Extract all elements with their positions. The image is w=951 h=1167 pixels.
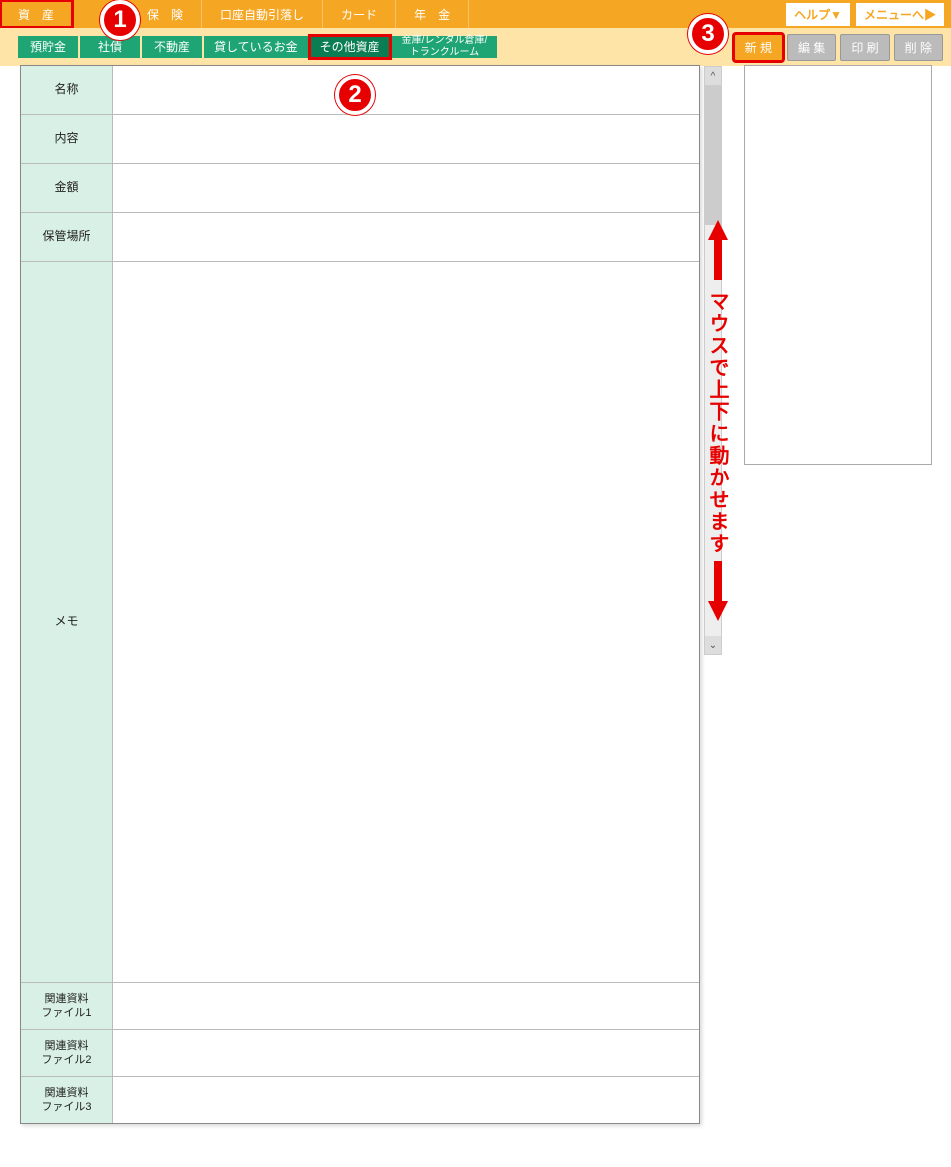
edit-button[interactable]: 編 集 (787, 34, 836, 61)
form-label: 関連資料 ファイル1 (21, 983, 113, 1029)
nav-insurance[interactable]: 保 険 (129, 0, 202, 28)
tab-savings[interactable]: 預貯金 (18, 36, 78, 58)
form-value[interactable] (113, 115, 699, 163)
form-row: 内容 (21, 115, 699, 164)
tab-realestate[interactable]: 不動産 (142, 36, 202, 58)
form-panel: 名称内容金額保管場所メモ関連資料 ファイル1関連資料 ファイル2関連資料 ファイ… (20, 65, 700, 1124)
form-label: 金額 (21, 164, 113, 212)
form-row: 保管場所 (21, 213, 699, 262)
scroll-down-icon[interactable]: ⌄ (705, 636, 721, 654)
arrow-down-icon (708, 561, 728, 626)
scroll-up-icon[interactable]: ^ (705, 67, 721, 85)
print-button[interactable]: 印 刷 (840, 34, 889, 61)
form-value[interactable] (113, 66, 699, 114)
delete-button[interactable]: 削 除 (894, 34, 943, 61)
scroll-thumb[interactable] (705, 85, 721, 225)
tab-other-assets[interactable]: その他資産 (310, 36, 390, 58)
top-nav: 資 産 保 険 口座自動引落し カード 年 金 ヘルプ▼ メニューへ▶ (0, 0, 951, 28)
tab-bonds[interactable]: 社債 (80, 36, 140, 58)
form-label: 名称 (21, 66, 113, 114)
sub-tabs: 預貯金 社債 不動産 貸しているお金 その他資産 金庫/レンタル倉庫/ トランク… (18, 36, 497, 58)
nav-assets[interactable]: 資 産 (0, 0, 73, 28)
form-value[interactable] (113, 983, 699, 1029)
step-badge-3: 3 (688, 14, 728, 54)
form-label: 関連資料 ファイル2 (21, 1030, 113, 1076)
form-row: メモ (21, 262, 699, 983)
new-button[interactable]: 新 規 (734, 34, 783, 61)
nav-pension[interactable]: 年 金 (396, 0, 469, 28)
form-value[interactable] (113, 262, 699, 982)
step-badge-2: 2 (335, 75, 375, 115)
sub-bar: 預貯金 社債 不動産 貸しているお金 その他資産 金庫/レンタル倉庫/ トランク… (0, 28, 951, 66)
tab-lending[interactable]: 貸しているお金 (204, 36, 308, 58)
form-label: 保管場所 (21, 213, 113, 261)
form-row: 関連資料 ファイル3 (21, 1077, 699, 1123)
side-list-panel[interactable] (744, 65, 932, 465)
menu-button[interactable]: メニューへ▶ (855, 2, 945, 27)
content: 名称内容金額保管場所メモ関連資料 ファイル1関連資料 ファイル2関連資料 ファイ… (0, 66, 951, 1125)
help-button[interactable]: ヘルプ▼ (785, 2, 851, 27)
form-label: 関連資料 ファイル3 (21, 1077, 113, 1123)
scroll-hint: マウスで上下に動かせます (703, 220, 732, 626)
nav-autodebit[interactable]: 口座自動引落し (202, 0, 323, 28)
form-value[interactable] (113, 213, 699, 261)
arrow-up-icon (708, 220, 728, 285)
form-value[interactable] (113, 1077, 699, 1123)
form-label: 内容 (21, 115, 113, 163)
nav-card[interactable]: カード (323, 0, 396, 28)
tab-safe-storage[interactable]: 金庫/レンタル倉庫/ トランクルーム (392, 36, 498, 58)
form-row: 関連資料 ファイル1 (21, 983, 699, 1030)
form-row: 金額 (21, 164, 699, 213)
form-value[interactable] (113, 164, 699, 212)
scroll-hint-text: マウスで上下に動かせます (703, 291, 732, 555)
step-badge-1: 1 (100, 0, 140, 40)
form-row: 関連資料 ファイル2 (21, 1030, 699, 1077)
action-buttons: 新 規 編 集 印 刷 削 除 (734, 34, 943, 61)
form-label: メモ (21, 262, 113, 982)
form-value[interactable] (113, 1030, 699, 1076)
